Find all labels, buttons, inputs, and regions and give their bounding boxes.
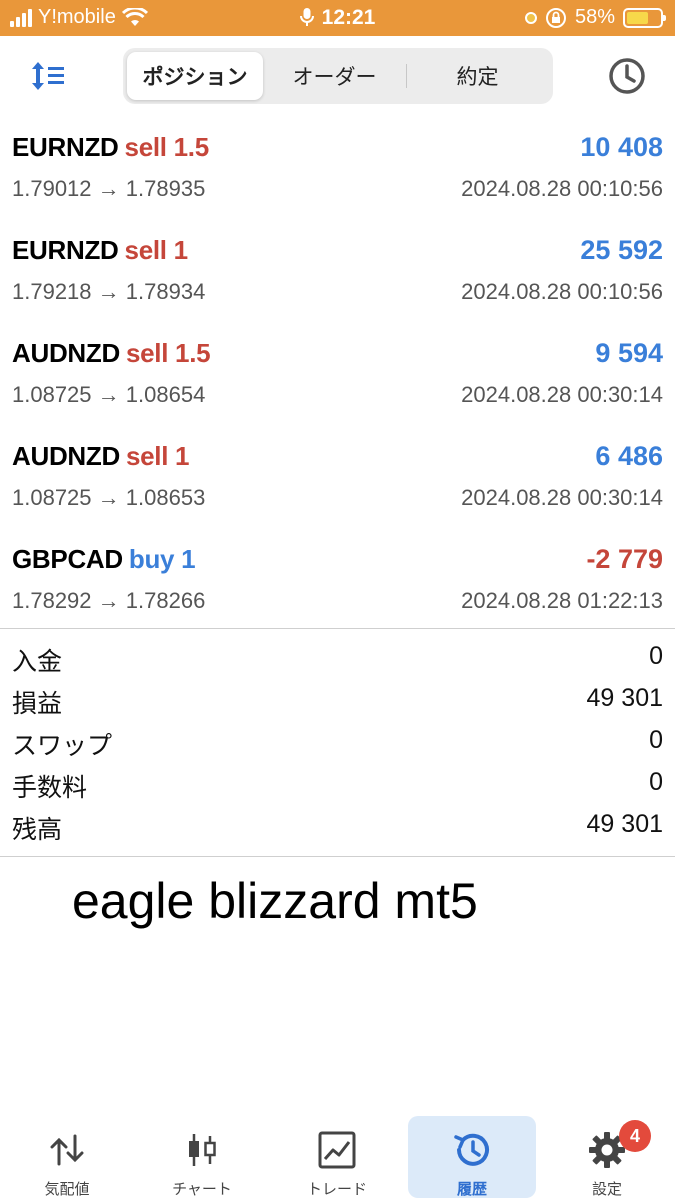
deal-profit: 25 592 [580, 235, 663, 265]
nav-trade[interactable]: トレード [273, 1116, 401, 1198]
summary-row-commission: 手数料 0 [0, 762, 675, 804]
deal-profit: -2 779 [586, 544, 663, 574]
nav-chart[interactable]: チャート [138, 1116, 266, 1198]
deal-side: sell 1 [125, 441, 190, 471]
close-price: 1.78266 [125, 588, 206, 613]
summary-panel: 入金 0 損益 49 301 スワップ 0 手数料 0 残高 49 301 [0, 636, 675, 846]
summary-label: 残高 [12, 816, 63, 844]
candlestick-icon [189, 1134, 216, 1166]
arrow-icon: → [97, 176, 120, 201]
dot-indicator-icon [524, 11, 537, 24]
tab-orders[interactable]: オーダー [263, 52, 406, 100]
sort-icon[interactable] [30, 58, 70, 94]
top-bar: ポジション オーダー 約定 [0, 36, 675, 118]
deal-time: 2024.08.28 00:30:14 [461, 485, 663, 510]
list-item[interactable]: EURNZD sell 1 25 592 1.79218 → 1.78934 20… [0, 221, 675, 324]
status-right: 58% [524, 6, 666, 29]
arrow-icon: → [97, 382, 120, 407]
summary-row-profit: 損益 49 301 [0, 678, 675, 720]
tab-positions[interactable]: ポジション [127, 52, 263, 100]
open-price: 1.78292 [12, 588, 92, 613]
list-item[interactable]: EURNZD sell 1.5 10 408 1.79012 → 1.78935 … [0, 118, 675, 221]
list-item[interactable]: AUDNZD sell 1.5 9 594 1.08725 → 1.08654 2… [0, 324, 675, 427]
microphone-icon [299, 8, 314, 26]
clock-icon[interactable] [607, 56, 647, 96]
arrow-icon: → [97, 588, 120, 613]
close-price: 1.08653 [125, 485, 206, 510]
tab-deals[interactable]: 約定 [406, 52, 549, 100]
status-bar: Y!mobile 12:21 58% [0, 0, 675, 36]
deal-symbol: GBPCAD [12, 544, 123, 574]
close-price: 1.78935 [125, 176, 206, 201]
summary-row-balance: 残高 49 301 [0, 804, 675, 846]
open-price: 1.79218 [12, 279, 92, 304]
divider [0, 628, 675, 629]
battery-percent: 58% [574, 6, 615, 28]
open-price: 1.79012 [12, 176, 92, 201]
summary-value: 0 [649, 642, 663, 670]
deal-profit: 10 408 [580, 132, 663, 162]
deal-side: sell 1.5 [124, 132, 210, 162]
summary-row-deposit: 入金 0 [0, 636, 675, 678]
summary-label: 入金 [12, 648, 63, 676]
summary-value: 0 [649, 726, 663, 754]
deal-side: sell 1 [124, 235, 189, 265]
summary-value: 0 [649, 768, 663, 796]
nav-label: 設定 [591, 1181, 622, 1198]
deal-symbol: EURNZD [12, 132, 119, 162]
nav-settings[interactable]: 4 設定 [543, 1116, 671, 1198]
summary-label: 手数料 [12, 774, 88, 802]
summary-value: 49 301 [586, 810, 663, 838]
nav-label: チャート [172, 1181, 232, 1198]
open-price: 1.08725 [12, 382, 92, 407]
caption-text: eagle blizzard mt5 [72, 873, 478, 929]
close-price: 1.08654 [125, 382, 206, 407]
battery-icon [623, 7, 666, 28]
nav-quotes[interactable]: 気配値 [3, 1116, 131, 1198]
deal-time: 2024.08.28 00:30:14 [461, 382, 663, 407]
deal-list: EURNZD sell 1.5 10 408 1.79012 → 1.78935 … [0, 118, 675, 633]
list-item[interactable]: AUDNZD sell 1 6 486 1.08725 → 1.08653 202… [0, 427, 675, 530]
nav-label: トレード [306, 1181, 367, 1198]
deal-time: 2024.08.28 00:10:56 [461, 279, 663, 304]
close-price: 1.78934 [125, 279, 206, 304]
list-item[interactable]: GBPCAD buy 1 -2 779 1.78292 → 1.78266 202… [0, 530, 675, 633]
nav-history[interactable]: 履歴 [408, 1116, 536, 1198]
deal-time: 2024.08.28 00:10:56 [461, 176, 663, 201]
clock-time: 12:21 [321, 6, 376, 29]
deal-symbol: EURNZD [12, 235, 119, 265]
open-price: 1.08725 [12, 485, 92, 510]
nav-label: 履歴 [456, 1181, 487, 1198]
divider [0, 856, 675, 857]
arrow-icon: → [97, 485, 120, 510]
rotation-lock-icon [545, 7, 566, 28]
history-icon [454, 1133, 489, 1166]
trade-chart-icon [318, 1131, 356, 1169]
nav-label: 気配値 [44, 1181, 90, 1198]
summary-label: スワップ [12, 732, 113, 760]
summary-row-swap: スワップ 0 [0, 720, 675, 762]
deal-symbol: AUDNZD [12, 338, 120, 368]
notification-badge: 4 [619, 1120, 651, 1152]
deal-side: sell 1.5 [125, 338, 211, 368]
deal-time: 2024.08.28 01:22:13 [461, 588, 663, 613]
deal-profit: 9 594 [595, 338, 663, 368]
bottom-nav: 気配値 チャート トレード 履歴 4 設定 [0, 1110, 675, 1200]
arrow-icon: → [97, 279, 120, 304]
deal-side: buy 1 [128, 544, 196, 574]
quotes-arrows-icon [50, 1134, 84, 1166]
summary-value: 49 301 [586, 684, 663, 712]
summary-label: 損益 [12, 690, 63, 718]
deal-symbol: AUDNZD [12, 441, 120, 471]
deal-profit: 6 486 [595, 441, 663, 471]
segmented-control: ポジション オーダー 約定 [123, 48, 553, 104]
